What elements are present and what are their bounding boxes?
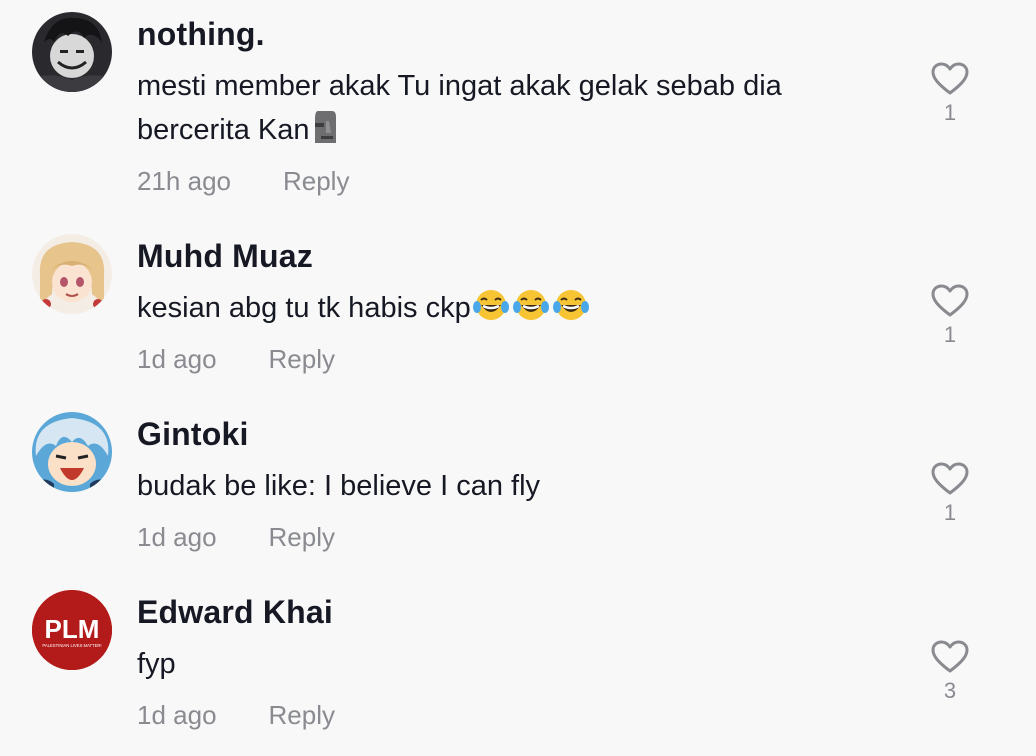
comment-timestamp: 1d ago [137, 522, 217, 552]
like-count: 3 [943, 678, 957, 703]
avatar[interactable] [32, 234, 112, 314]
reply-button[interactable]: Reply [269, 700, 335, 730]
reply-button[interactable]: Reply [269, 522, 335, 552]
comment-text-content: fyp [137, 648, 176, 680]
comment-meta: 1d ago Reply [137, 344, 335, 375]
comment-timestamp: 1d ago [137, 700, 217, 730]
comment-username[interactable]: Muhd Muaz [137, 238, 313, 275]
avatar-blonde-anime-image [32, 234, 112, 314]
avatar-dark-anime-image [32, 12, 112, 92]
avatar-plm-logo: PLM PALESTINIAN LIVES MATTER! [32, 590, 112, 670]
avatar-logo-subtext: PALESTINIAN LIVES MATTER! [42, 643, 101, 648]
comment-timestamp: 21h ago [137, 166, 231, 196]
like-count: 1 [943, 500, 957, 525]
heart-outline-icon [931, 462, 969, 495]
moai-emoji-icon [312, 109, 338, 158]
avatar-logo-text: PLM [45, 614, 100, 644]
heart-outline-icon [931, 640, 969, 673]
comment-item: Gintoki budak be like: I believe I can f… [0, 400, 1036, 578]
like-button[interactable]: 1 [928, 284, 972, 348]
like-button[interactable]: 3 [928, 640, 972, 704]
comment-meta: 1d ago Reply [137, 700, 335, 731]
comment-text-content: kesian abg tu tk habis ckp [137, 292, 471, 324]
comment-item: Muhd Muaz kesian abg tu tk habis ckp 1d … [0, 222, 1036, 400]
like-button[interactable]: 1 [928, 62, 972, 126]
comment-text: kesian abg tu tk habis ckp [137, 286, 897, 336]
comment-item: nothing. mesti member akak Tu ingat akak… [0, 0, 1036, 196]
comment-meta: 21h ago Reply [137, 166, 349, 197]
like-button[interactable]: 1 [928, 462, 972, 526]
comment-username[interactable]: Gintoki [137, 416, 249, 453]
avatar[interactable] [32, 412, 112, 492]
comment-timestamp: 1d ago [137, 344, 217, 374]
avatar[interactable] [32, 12, 112, 92]
heart-outline-icon [931, 62, 969, 95]
comment-text: fyp [137, 642, 897, 686]
comment-text: budak be like: I believe I can fly [137, 464, 897, 508]
comment-text-content: budak be like: I believe I can fly [137, 470, 541, 502]
reply-button[interactable]: Reply [283, 166, 349, 196]
comment-text: mesti member akak Tu ingat akak gelak se… [137, 64, 897, 158]
like-count: 1 [943, 322, 957, 347]
comment-item: PLM PALESTINIAN LIVES MATTER! Edward Kha… [0, 578, 1036, 756]
comment-text-content: mesti member akak Tu ingat akak gelak se… [137, 70, 782, 146]
heart-outline-icon [931, 284, 969, 317]
laughing-tears-emoji-icon [472, 287, 589, 336]
comment-meta: 1d ago Reply [137, 522, 335, 553]
avatar-gintoki-image [32, 412, 112, 492]
comment-username[interactable]: Edward Khai [137, 594, 333, 631]
avatar[interactable]: PLM PALESTINIAN LIVES MATTER! [32, 590, 112, 670]
like-count: 1 [943, 100, 957, 125]
reply-button[interactable]: Reply [269, 344, 335, 374]
comment-username[interactable]: nothing. [137, 16, 265, 53]
